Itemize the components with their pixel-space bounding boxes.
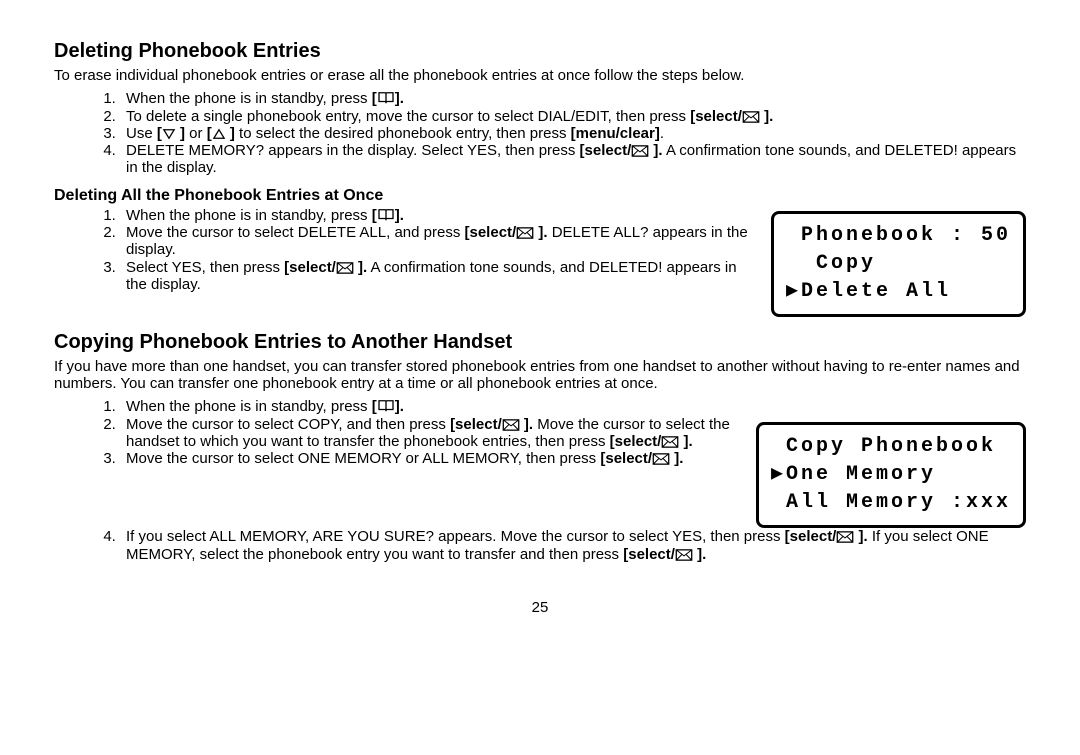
envelope-icon: [675, 549, 693, 561]
up-icon: [212, 128, 226, 140]
book-icon: [377, 91, 395, 105]
list-item: Move the cursor to select ONE MEMORY or …: [120, 450, 744, 467]
envelope-icon: [836, 531, 854, 543]
envelope-icon: [742, 111, 760, 123]
steps-deleting: When the phone is in standby, press []. …: [80, 90, 1026, 176]
list-item: To delete a single phonebook entry, move…: [120, 108, 1026, 125]
list-item: When the phone is in standby, press [].: [120, 207, 759, 224]
list-item: Move the cursor to select COPY, and then…: [120, 416, 744, 451]
envelope-icon: [652, 453, 670, 465]
intro-deleting: To erase individual phonebook entries or…: [54, 67, 1026, 84]
book-icon: [377, 208, 395, 222]
envelope-icon: [516, 227, 534, 239]
page-number: 25: [54, 599, 1026, 616]
list-item: Select YES, then press [select/ ]. A con…: [120, 259, 759, 294]
list-item: Move the cursor to select DELETE ALL, an…: [120, 224, 759, 259]
envelope-icon: [631, 145, 649, 157]
subheading-deleting-all: Deleting All the Phonebook Entries at On…: [54, 187, 1026, 205]
list-item: When the phone is in standby, press [].: [120, 90, 1026, 107]
down-icon: [162, 128, 176, 140]
steps-copying: When the phone is in standby, press []. …: [80, 398, 744, 467]
steps-copying-cont: If you select ALL MEMORY, ARE YOU SURE? …: [80, 528, 1026, 563]
list-item: If you select ALL MEMORY, ARE YOU SURE? …: [120, 528, 1026, 563]
lcd-copy: Copy Phonebook ▶One Memory All Memory :x…: [756, 422, 1026, 528]
list-item: When the phone is in standby, press [].: [120, 398, 744, 415]
envelope-icon: [336, 262, 354, 274]
heading-deleting: Deleting Phonebook Entries: [54, 40, 1026, 63]
book-icon: [377, 399, 395, 413]
list-item: DELETE MEMORY? appears in the display. S…: [120, 142, 1026, 177]
heading-copying: Copying Phonebook Entries to Another Han…: [54, 331, 1026, 354]
lcd-phonebook: Phonebook : 50 Copy ▶Delete All: [771, 211, 1026, 317]
list-item: Use [ ] or [ ] to select the desired pho…: [120, 125, 1026, 142]
steps-deleting-all: When the phone is in standby, press []. …: [80, 207, 759, 293]
intro-copying: If you have more than one handset, you c…: [54, 358, 1026, 393]
envelope-icon: [502, 419, 520, 431]
envelope-icon: [661, 436, 679, 448]
